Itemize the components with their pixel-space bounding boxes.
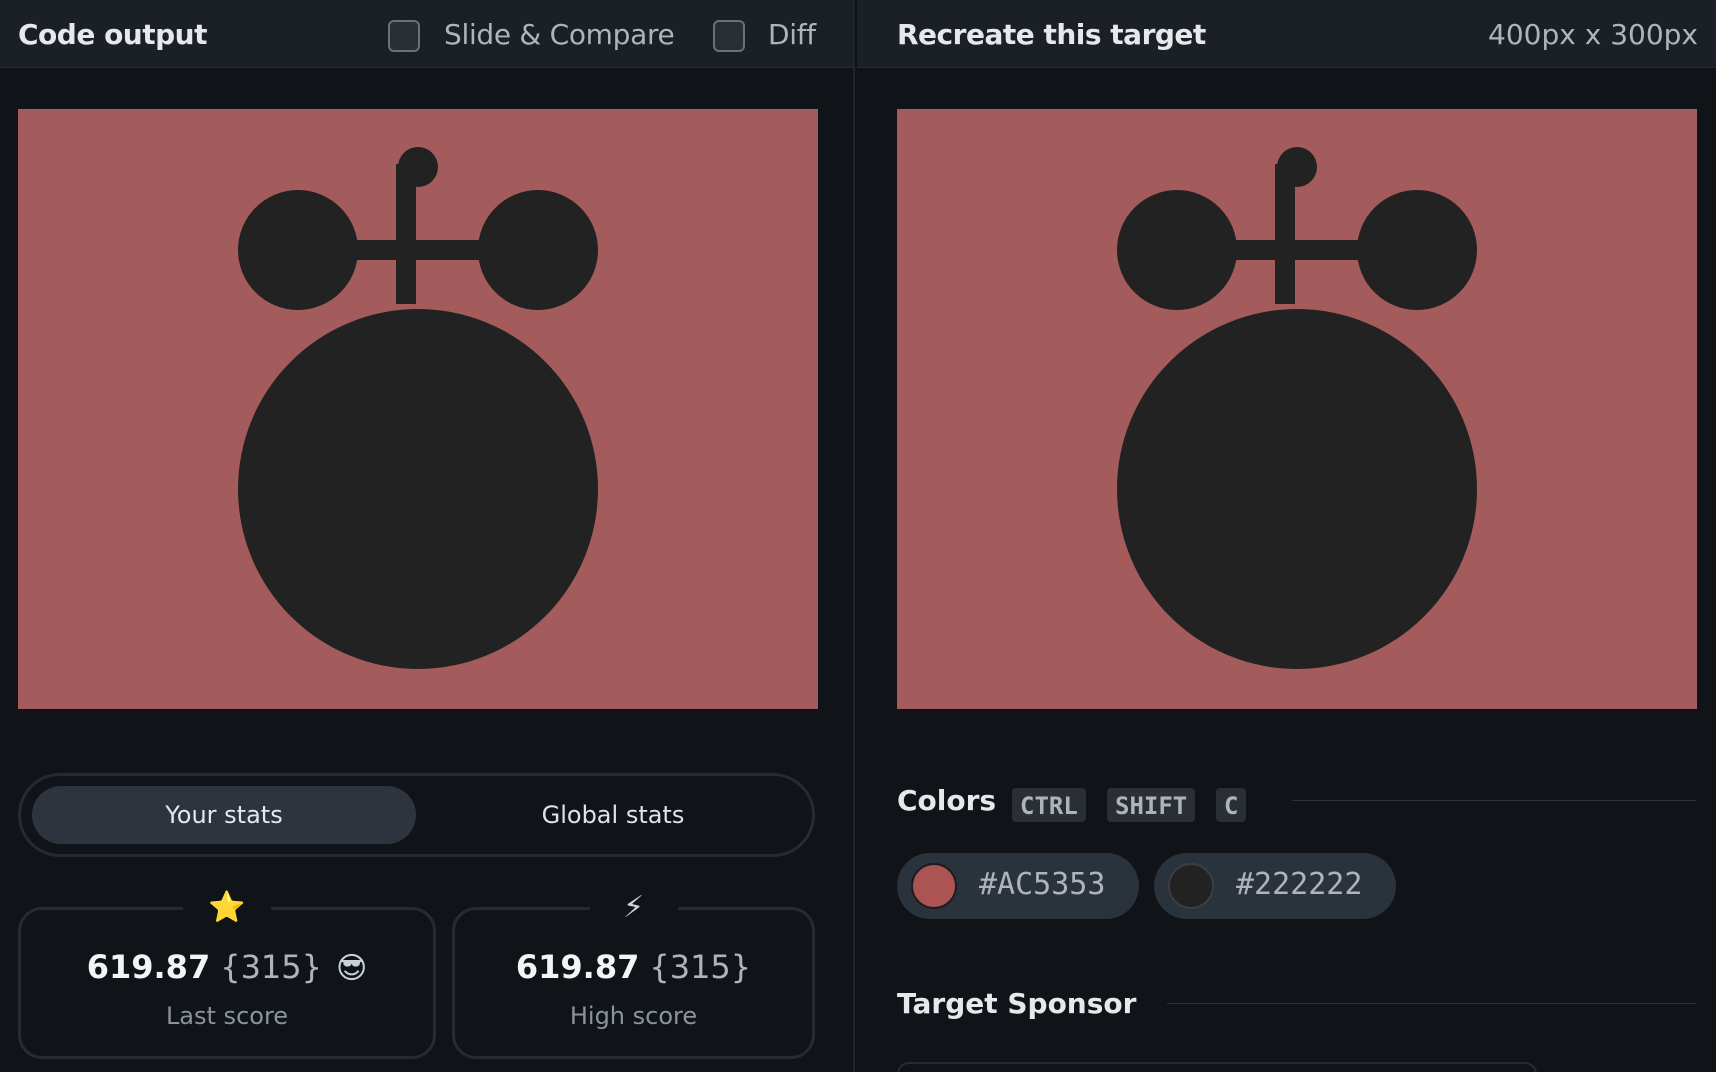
kbd-shift: SHIFT: [1107, 788, 1196, 822]
target-header: Recreate this target 400px x 300px: [857, 0, 1716, 68]
code-output-title: Code output: [18, 18, 207, 51]
kbd-c: C: [1216, 788, 1247, 822]
target-canvas[interactable]: [897, 109, 1697, 709]
body-circle: [238, 309, 598, 669]
code-output-header: Code output Slide & Compare Diff: [0, 0, 853, 68]
target-panel: Recreate this target 400px x 300px Color…: [857, 0, 1716, 1072]
right-circle: [1357, 190, 1477, 310]
crossbar: [338, 240, 498, 260]
star-icon: ⭐: [183, 888, 271, 928]
diff-label[interactable]: Diff: [768, 18, 816, 51]
diff-checkbox[interactable]: [713, 20, 745, 52]
target-size: 400px x 300px: [1488, 18, 1698, 51]
swatch-dot: [911, 863, 957, 909]
tab-global-stats[interactable]: Global stats: [421, 786, 805, 844]
last-score-number: 619.87: [86, 948, 211, 986]
antenna-tip: [1277, 147, 1317, 187]
high-score-count: {315}: [649, 948, 752, 986]
lightning-icon: ⚡: [589, 888, 678, 928]
sponsor-heading: Target Sponsor: [897, 987, 1137, 1020]
last-score-count: {315}: [220, 948, 322, 986]
code-output-panel: Code output Slide & Compare Diff Your st…: [0, 0, 855, 1072]
high-score-number: 619.87: [515, 948, 640, 986]
right-circle: [478, 190, 598, 310]
color-swatch-ac5353[interactable]: #AC5353: [897, 853, 1139, 919]
crossbar: [1217, 240, 1377, 260]
sponsor-divider: [1167, 1003, 1696, 1004]
code-output-canvas[interactable]: [18, 109, 818, 709]
colors-heading: Colors: [897, 784, 997, 817]
color-swatch-222222[interactable]: #222222: [1154, 853, 1396, 919]
swatch-dot: [1168, 863, 1214, 909]
slide-compare-checkbox[interactable]: [388, 20, 420, 52]
sunglasses-icon: 😎: [336, 951, 368, 986]
kbd-ctrl: CTRL: [1012, 788, 1086, 822]
app-root: Code output Slide & Compare Diff Your st…: [0, 0, 1716, 1072]
last-score-label: Last score: [165, 1002, 289, 1030]
target-title: Recreate this target: [897, 18, 1206, 51]
stats-toggle: Your stats Global stats: [18, 773, 815, 857]
last-score-card: ⭐ 619.87 {315} 😎 Last score: [18, 888, 436, 1059]
high-score-value: 619.87 {315}: [455, 948, 812, 986]
colors-divider: [1292, 800, 1696, 801]
last-score-value: 619.87 {315} 😎: [21, 948, 433, 986]
left-circle: [238, 190, 358, 310]
sponsor-card[interactable]: [897, 1062, 1537, 1072]
antenna-tip: [398, 147, 438, 187]
swatch-hex: #AC5353: [979, 867, 1106, 902]
high-score-card: ⚡ 619.87 {315} High score: [452, 888, 815, 1059]
high-score-label: High score: [569, 1002, 698, 1030]
tab-your-stats[interactable]: Your stats: [32, 786, 416, 844]
slide-compare-label[interactable]: Slide & Compare: [444, 18, 675, 51]
body-circle: [1117, 309, 1477, 669]
left-circle: [1117, 190, 1237, 310]
swatch-hex: #222222: [1236, 867, 1363, 902]
